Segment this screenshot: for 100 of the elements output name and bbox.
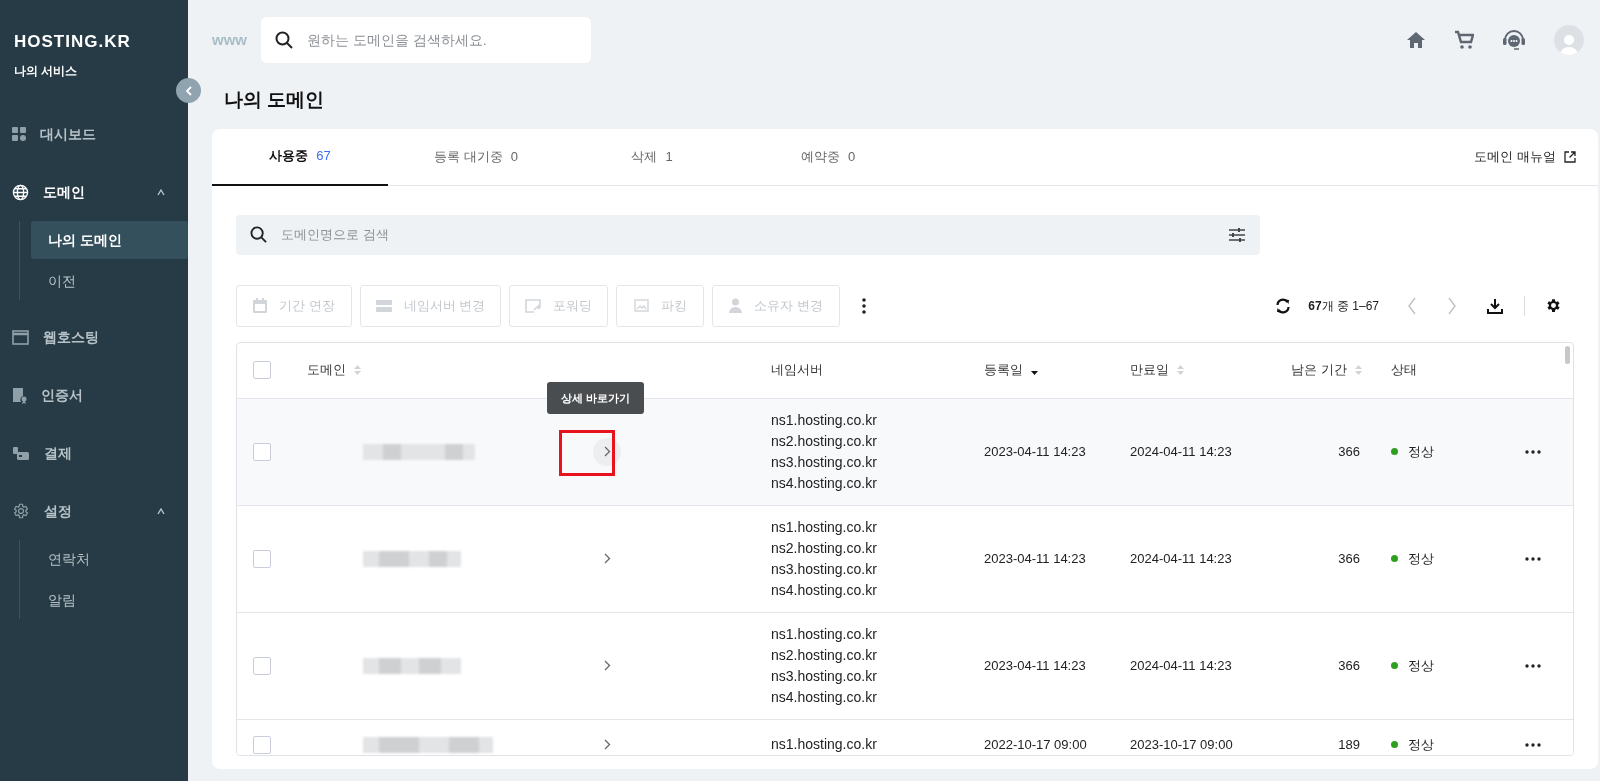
- nameserver-text: ns1.hosting.co.kr: [771, 735, 877, 754]
- refresh-icon[interactable]: [1275, 297, 1292, 314]
- column-header[interactable]: 상태: [1391, 360, 1417, 380]
- more-horizontal-icon[interactable]: [1525, 449, 1541, 454]
- checkbox[interactable]: [253, 442, 271, 461]
- nameserver-text: ns2.hosting.co.kr: [771, 431, 877, 451]
- nameserver-text: ns3.hosting.co.kr: [771, 666, 877, 686]
- remaining-days: 366: [1338, 548, 1360, 569]
- chevron-up-icon[interactable]: [156, 188, 166, 196]
- tab[interactable]: 삭제 1: [564, 128, 740, 186]
- sidebar-subitem[interactable]: 연락처: [31, 540, 188, 578]
- more-horizontal-icon[interactable]: [1525, 742, 1541, 747]
- chevron-right-icon: [603, 553, 611, 564]
- highlight-frame: [559, 429, 615, 476]
- column-header[interactable]: 도메인: [307, 360, 346, 380]
- expiry-date: 2023-10-17 09:00: [1130, 736, 1233, 752]
- checkbox[interactable]: [253, 549, 271, 568]
- chevron-up-icon[interactable]: [156, 507, 166, 515]
- sidebar-item[interactable]: 인증서: [41, 384, 83, 406]
- tab[interactable]: 예약중 0: [740, 128, 916, 186]
- nameserver-text: ns4.hosting.co.kr: [771, 687, 877, 707]
- nameserver-text: ns1.hosting.co.kr: [771, 624, 877, 644]
- nameserver-text: ns4.hosting.co.kr: [771, 473, 877, 493]
- tab-count: 67: [316, 147, 331, 166]
- scrollbar-thumb[interactable]: [1565, 345, 1570, 364]
- service-label: 나의 서비스: [14, 63, 78, 80]
- settings-icon[interactable]: [1545, 297, 1562, 314]
- globe-icon: [12, 183, 29, 201]
- sidebar-item[interactable]: 대시보드: [40, 123, 96, 145]
- tab[interactable]: 등록 대기중 0: [388, 128, 564, 186]
- browser-window-icon: [12, 329, 29, 345]
- domain-search-bar[interactable]: 도메인명으로 검색: [236, 214, 1260, 255]
- sidebar-item[interactable]: 결제: [44, 442, 72, 464]
- certificate-icon: [12, 386, 27, 404]
- chevron-right-icon: [603, 660, 611, 671]
- domain-search-field[interactable]: 원하는 도메인을 검색하세요.: [307, 29, 577, 51]
- registered-date: 2023-04-11 14:23: [984, 443, 1086, 459]
- sidebar-subitem[interactable]: 이전: [31, 262, 188, 300]
- checkbox[interactable]: [253, 656, 271, 675]
- search-bar[interactable]: 원하는 도메인을 검색하세요.: [261, 17, 591, 63]
- support-chat-icon[interactable]: [1502, 29, 1526, 51]
- sidebar-item[interactable]: 설정: [44, 500, 72, 522]
- payment-icon: [12, 445, 30, 461]
- column-header[interactable]: 네임서버: [771, 360, 823, 380]
- page-summary: 67개 중 1–67: [1308, 297, 1379, 315]
- nameserver-text: ns1.hosting.co.kr: [771, 410, 877, 430]
- filter-sliders-icon[interactable]: [1228, 226, 1246, 243]
- column-header[interactable]: 남은 기간: [1291, 360, 1347, 380]
- logo[interactable]: HOSTING.KR: [14, 31, 131, 53]
- forward-icon: [525, 298, 541, 313]
- registered-date: 2022-10-17 09:00: [984, 736, 1087, 752]
- status-text: 정상: [1408, 735, 1434, 754]
- sidebar-subitem[interactable]: 알림: [31, 581, 188, 619]
- more-horizontal-icon[interactable]: [1525, 556, 1541, 561]
- expiry-date: 2024-04-11 14:23: [1130, 657, 1232, 673]
- column-header[interactable]: 등록일: [984, 360, 1023, 380]
- nameserver-text: ns3.hosting.co.kr: [771, 452, 877, 472]
- sidebar-item[interactable]: 도메인: [43, 181, 85, 203]
- nameserver-text: ns2.hosting.co.kr: [771, 645, 877, 665]
- remaining-days: 366: [1338, 441, 1360, 462]
- tab-count: 1: [665, 148, 673, 167]
- remaining-days: 189: [1338, 734, 1360, 755]
- nameserver-text: ns1.hosting.co.kr: [771, 517, 877, 537]
- checkbox[interactable]: [253, 735, 271, 754]
- collapse-button[interactable]: [176, 78, 201, 103]
- more-vertical-icon[interactable]: [862, 296, 866, 315]
- checkbox[interactable]: [253, 361, 271, 379]
- download-icon[interactable]: [1487, 297, 1503, 314]
- calendar-icon: [253, 298, 268, 313]
- status-text: 정상: [1408, 442, 1434, 461]
- server-icon: [375, 299, 392, 312]
- page-title: 나의 도메인: [224, 88, 325, 112]
- tab-count: 0: [510, 148, 518, 167]
- status-text: 정상: [1408, 656, 1434, 675]
- home-icon[interactable]: [1406, 31, 1426, 49]
- more-horizontal-icon[interactable]: [1525, 663, 1541, 668]
- detail-button[interactable]: [593, 437, 621, 466]
- expiry-date: 2024-04-11 14:23: [1130, 550, 1232, 566]
- image-icon: [633, 299, 649, 312]
- person-icon: [1560, 33, 1578, 55]
- tooltip: 상세 바로가기: [547, 381, 645, 414]
- remaining-days: 366: [1338, 655, 1360, 676]
- domain-name-search-field[interactable]: 도메인명으로 검색: [281, 224, 1228, 245]
- person-icon: [729, 298, 743, 313]
- tab-count: 0: [847, 148, 856, 167]
- column-header[interactable]: 만료일: [1130, 360, 1169, 380]
- tab[interactable]: 사용중 67: [212, 128, 388, 186]
- registered-date: 2023-04-11 14:23: [984, 550, 1086, 566]
- registered-date: 2023-04-11 14:23: [984, 657, 1086, 673]
- cart-icon[interactable]: [1454, 30, 1474, 50]
- settings-icon: [12, 502, 30, 520]
- sidebar-item[interactable]: 웹호스팅: [43, 326, 99, 348]
- expiry-date: 2024-04-11 14:23: [1130, 443, 1232, 459]
- nameserver-text: ns2.hosting.co.kr: [771, 538, 877, 558]
- status-text: 정상: [1408, 549, 1434, 568]
- sidebar-subitem[interactable]: 나의 도메인: [31, 221, 188, 259]
- nameserver-text: ns3.hosting.co.kr: [771, 559, 877, 579]
- search-icon: [250, 226, 267, 243]
- manual-link[interactable]: 도메인 매뉴얼: [1474, 128, 1598, 185]
- chevron-right-icon: [603, 739, 611, 750]
